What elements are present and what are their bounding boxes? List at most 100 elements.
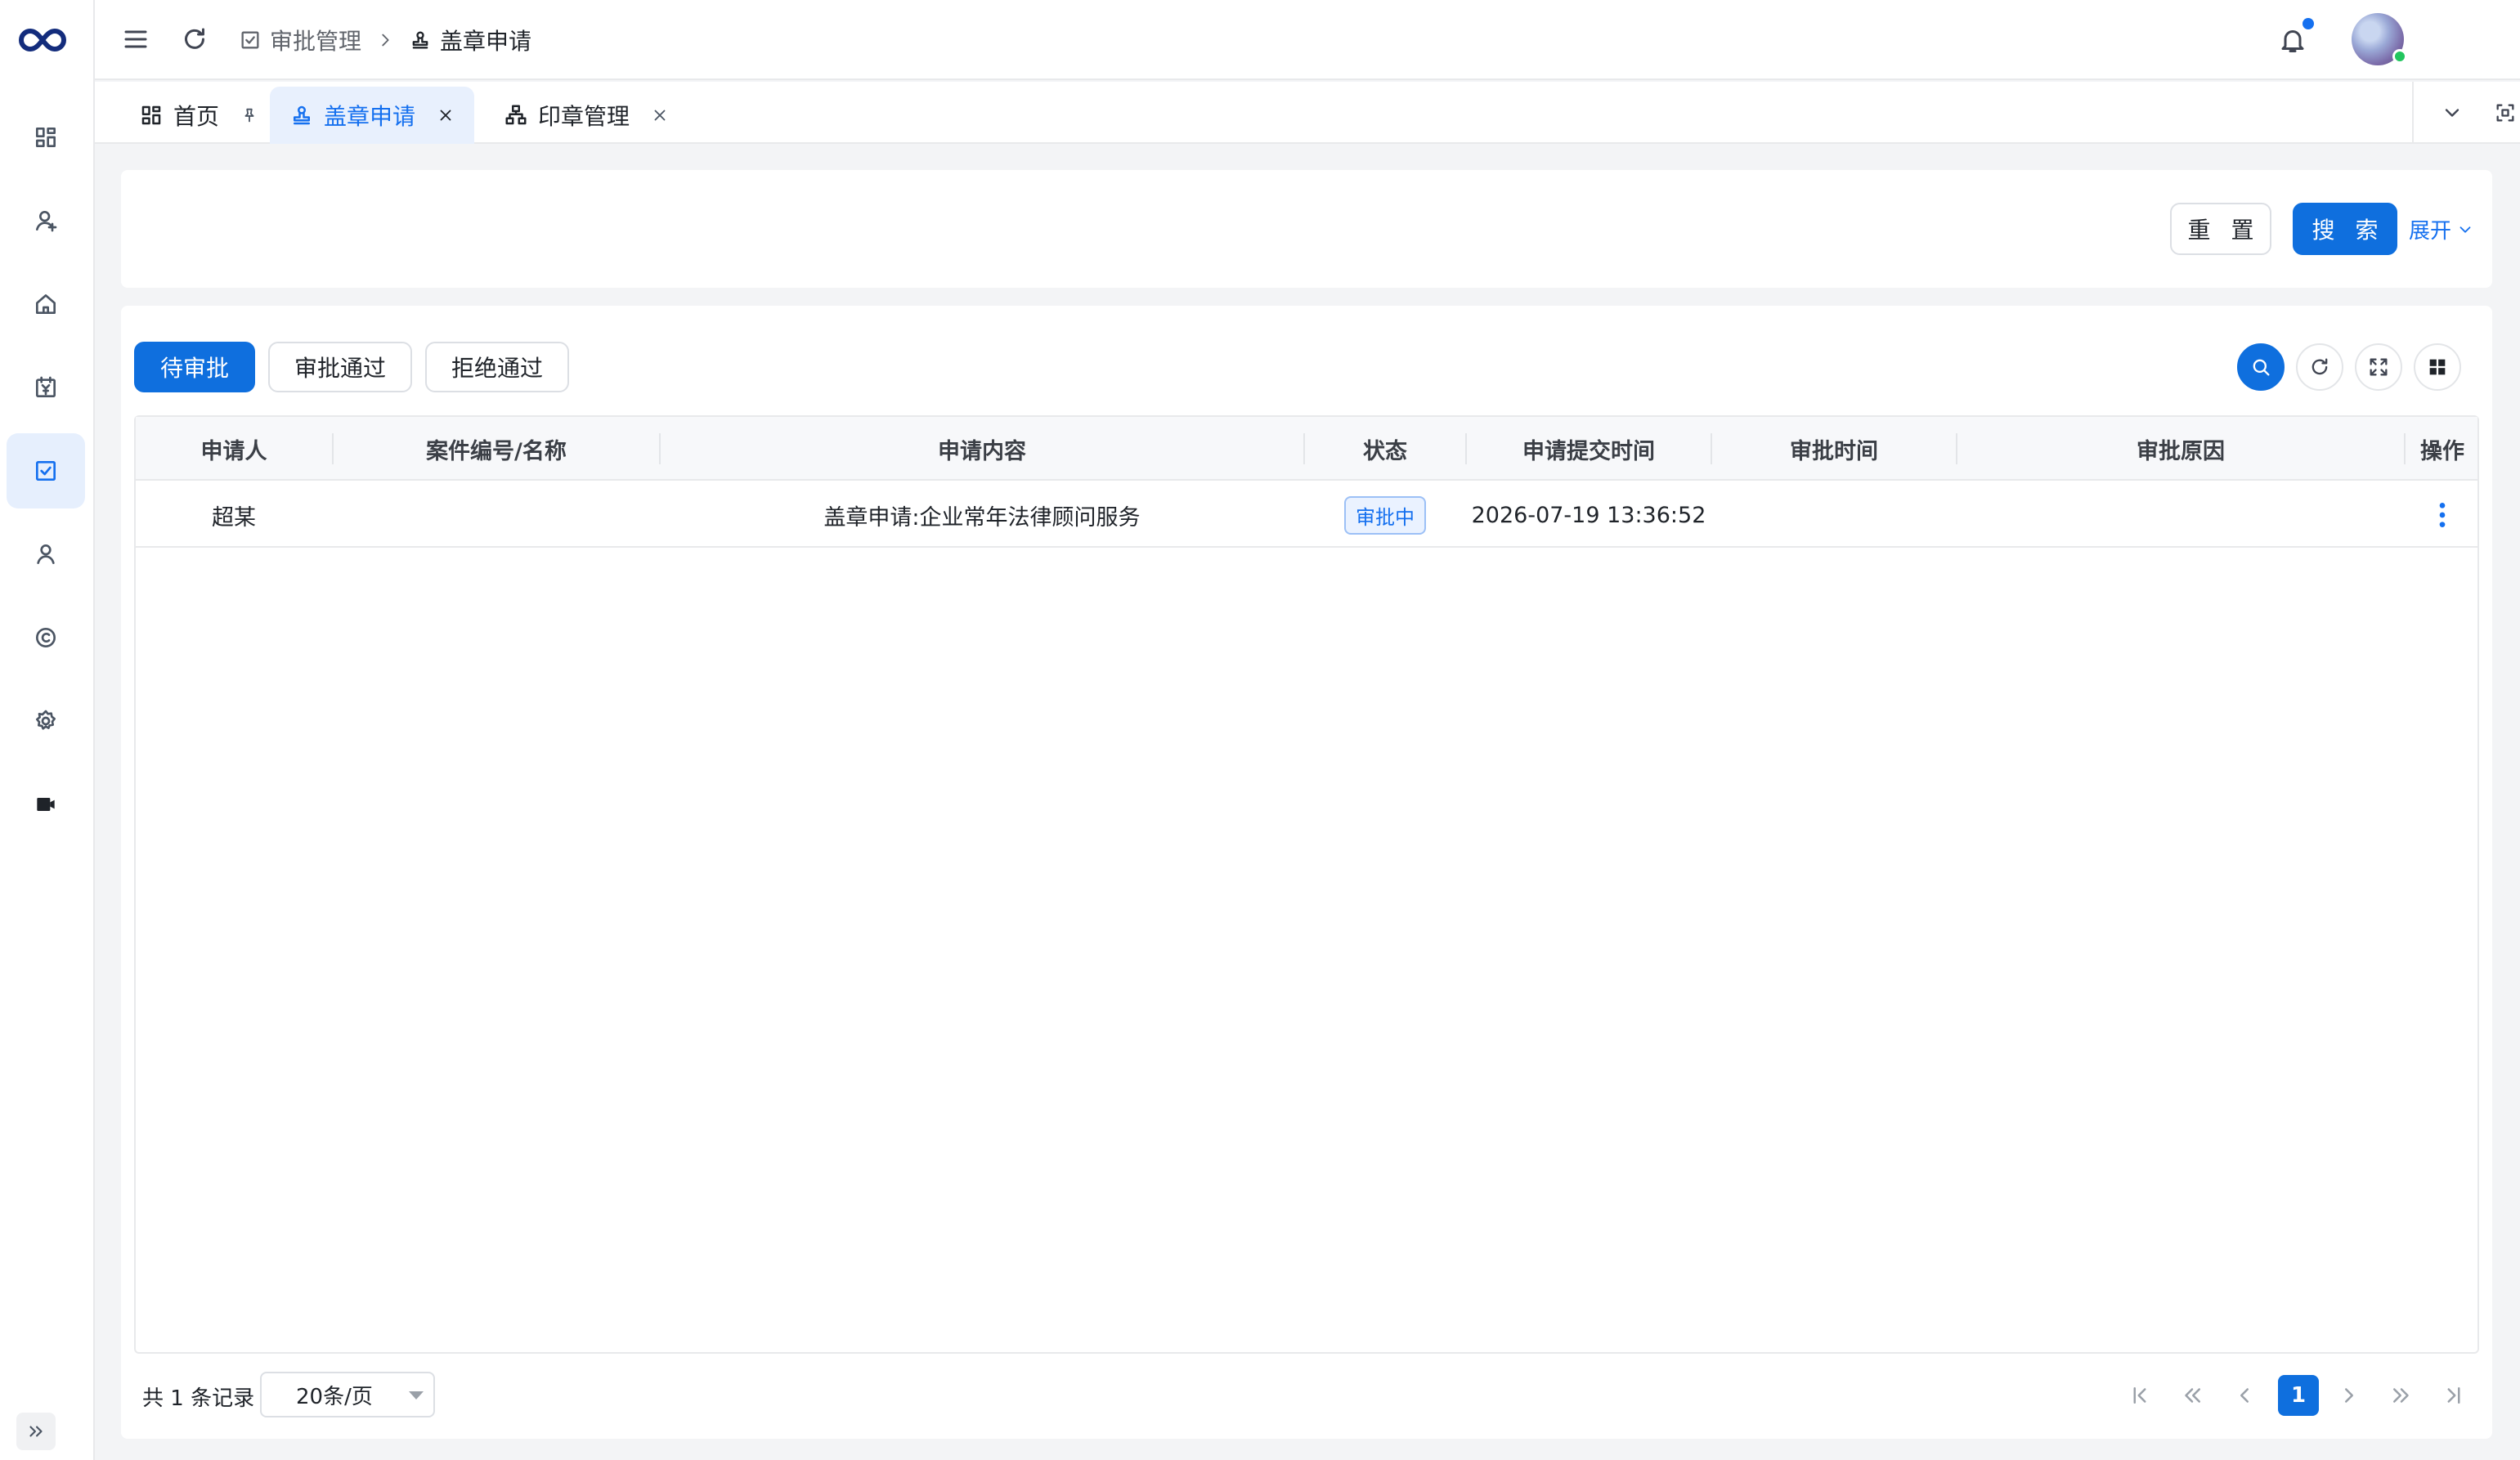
column-header: 案件编号/名称: [426, 438, 567, 464]
sidebar-item-home[interactable]: [7, 266, 85, 342]
status-tab-approved[interactable]: 审批通过: [268, 342, 412, 392]
table-refresh-button[interactable]: [2296, 343, 2343, 391]
tabs-dropdown-button[interactable]: [2412, 82, 2491, 144]
pin-icon[interactable]: [240, 106, 258, 124]
sidebar-item-copyright[interactable]: [7, 600, 85, 675]
cell-reason: [1957, 482, 2404, 548]
table-header: 申请人 案件编号/名称 申请内容 状态 申请提交时间 审批时间 审批原因 操作: [136, 417, 2477, 481]
stamp-icon: [412, 31, 428, 49]
breadcrumb-item-approval[interactable]: 审批管理: [239, 24, 361, 56]
chevron-right-icon: [382, 34, 389, 47]
search-button[interactable]: 搜 索: [2293, 203, 2397, 255]
page-size-select[interactable]: 20条/页: [260, 1372, 435, 1417]
cell-content: 盖章申请:企业常年法律顾问服务: [823, 504, 1141, 531]
cell-case: [334, 482, 659, 548]
sidebar-item-settings[interactable]: [7, 683, 85, 759]
prev-five-pages-button[interactable]: [2173, 1377, 2211, 1414]
home-icon: [36, 294, 56, 314]
total-records: 共 1 条记录: [142, 1386, 255, 1411]
breadcrumb-parent-label: 审批管理: [270, 28, 362, 55]
sidebar-item-video[interactable]: [7, 767, 85, 842]
table-search-button[interactable]: [2237, 343, 2285, 391]
column-header: 审批时间: [1790, 438, 1878, 464]
column-header: 申请提交时间: [1522, 438, 1655, 464]
chevron-down-icon: [2445, 109, 2459, 117]
sidebar: [0, 0, 95, 1460]
expand-label: 展开: [2409, 219, 2452, 244]
close-icon[interactable]: [651, 106, 669, 124]
online-status-dot: [2392, 49, 2407, 64]
cell-approve-time: [1712, 482, 1956, 548]
app-logo-icon[interactable]: [18, 21, 67, 59]
expand-filters-link[interactable]: 展开: [2409, 214, 2474, 244]
tab-label: 盖章申请: [324, 103, 416, 130]
prev-page-button[interactable]: [2226, 1377, 2263, 1414]
sidebar-item-approval[interactable]: [7, 433, 85, 508]
page-number-current[interactable]: 1: [2278, 1375, 2319, 1416]
status-badge: 审批中: [1344, 495, 1426, 535]
column-header: 状态: [1363, 438, 1407, 464]
fullscreen-button[interactable]: [2491, 82, 2520, 144]
column-settings-button[interactable]: [2414, 343, 2461, 391]
top-header: 审批管理 盖章申请: [95, 0, 2520, 80]
table-fullscreen-button[interactable]: [2355, 343, 2402, 391]
approval-check-icon: [36, 461, 56, 481]
expand-arrows-icon: [2370, 358, 2388, 376]
search-icon: [2253, 359, 2270, 376]
sidebar-item-user-add[interactable]: [7, 183, 85, 258]
close-icon[interactable]: [437, 106, 455, 124]
double-chevron-right-icon: [29, 1426, 43, 1437]
sidebar-expand-button[interactable]: [16, 1413, 56, 1450]
copyright-icon: [36, 628, 56, 647]
caret-down-icon: [409, 1391, 424, 1400]
table-row[interactable]: 超某 盖章申请:企业常年法律顾问服务 审批中 2026-07-19 13:36:…: [136, 482, 2477, 548]
search-panel: [121, 170, 2492, 288]
cell-status: 审批中: [1305, 482, 1465, 548]
breadcrumb-item-current: 盖章申请: [409, 24, 531, 56]
approval-check-icon: [241, 31, 259, 49]
next-five-pages-button[interactable]: [2383, 1377, 2420, 1414]
column-header: 操作: [2420, 438, 2464, 464]
tab-seal-management[interactable]: 印章管理: [484, 87, 688, 144]
notification-dot: [2303, 18, 2314, 29]
status-tab-rejected[interactable]: 拒绝通过: [425, 342, 569, 392]
column-header: 申请人: [200, 438, 267, 464]
tab-label: 印章管理: [538, 103, 630, 130]
status-tab-pending[interactable]: 待审批: [134, 342, 255, 392]
double-chevron-left-icon: [2185, 1388, 2200, 1403]
hierarchy-icon: [505, 105, 527, 125]
sidebar-item-dashboard[interactable]: [7, 100, 85, 175]
dashboard-icon: [141, 105, 161, 125]
page-size-value: 20条/页: [296, 1384, 373, 1409]
dashboard-icon: [35, 128, 56, 147]
calendar-yen-icon: [36, 376, 56, 397]
menu-icon[interactable]: [121, 25, 150, 54]
next-page-button[interactable]: [2330, 1377, 2368, 1414]
column-header: 申请内容: [938, 438, 1026, 464]
refresh-icon[interactable]: [180, 25, 209, 54]
chevron-right-icon: [2345, 1388, 2353, 1403]
user-icon: [37, 544, 55, 564]
tab-seal-application[interactable]: 盖章申请: [270, 87, 475, 144]
breadcrumb-current-label: 盖章申请: [440, 28, 532, 55]
reset-button[interactable]: 重 置: [2170, 203, 2271, 255]
refresh-icon: [2311, 358, 2328, 375]
user-add-icon: [36, 211, 57, 232]
data-table: 申请人 案件编号/名称 申请内容 状态 申请提交时间 审批时间 审批原因 操作 …: [134, 415, 2479, 1354]
row-actions-button[interactable]: [2406, 482, 2479, 548]
sidebar-item-finance[interactable]: [7, 350, 85, 425]
cell-applicant: 超某: [212, 504, 256, 531]
sidebar-item-user[interactable]: [7, 517, 85, 592]
video-camera-icon: [37, 798, 55, 811]
breadcrumb: 审批管理 盖章申请: [239, 23, 531, 57]
page-tabs-bar: 首页 盖章申请 印章管理: [95, 82, 2520, 144]
stamp-icon: [294, 105, 310, 125]
double-chevron-right-icon: [2393, 1388, 2409, 1403]
focus-frame-icon: [2496, 104, 2514, 122]
chevron-down-icon: [2459, 226, 2471, 233]
notification-bell-icon[interactable]: [2278, 25, 2307, 56]
tab-home[interactable]: 首页: [119, 87, 278, 144]
last-page-button[interactable]: [2435, 1377, 2473, 1414]
gear-icon: [36, 710, 56, 730]
first-page-button[interactable]: [2121, 1377, 2159, 1414]
